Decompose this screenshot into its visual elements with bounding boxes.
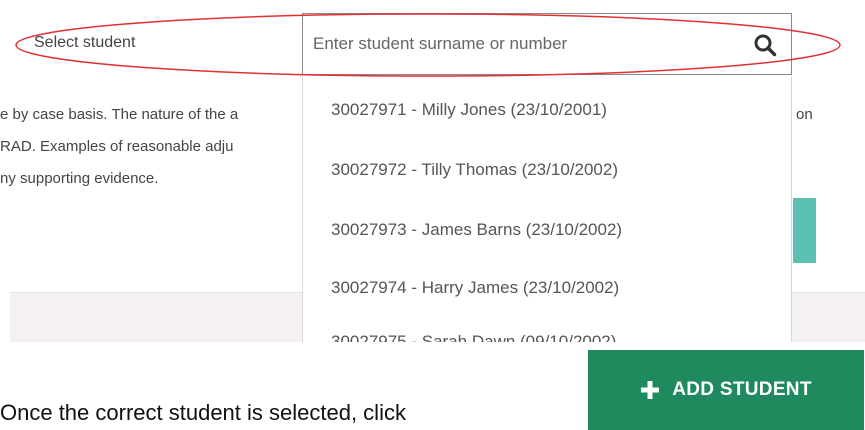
dropdown-option[interactable]: 30027972 - Tilly Thomas (23/10/2002) bbox=[331, 160, 618, 180]
add-student-button[interactable]: ADD STUDENT bbox=[588, 350, 864, 430]
background-text-right: on bbox=[796, 106, 813, 123]
screenshot-panel: Select student e by case basis. The natu… bbox=[0, 0, 865, 342]
dropdown-option[interactable]: 30027973 - James Barns (23/10/2002) bbox=[331, 220, 622, 240]
student-search-input[interactable] bbox=[313, 14, 733, 74]
background-text-line-3: ny supporting evidence. bbox=[0, 170, 159, 187]
plus-icon bbox=[641, 381, 660, 399]
background-text-line-2: RAD. Examples of reasonable adju bbox=[0, 138, 234, 155]
instruction-text: Once the correct student is selected, cl… bbox=[0, 400, 406, 425]
dropdown-option[interactable]: 30027975 - Sarah Dawn (09/10/2002) bbox=[331, 332, 616, 342]
student-dropdown: 30027971 - Milly Jones (23/10/2001) 3002… bbox=[302, 76, 792, 342]
student-search-box[interactable] bbox=[302, 13, 792, 75]
select-student-label: Select student bbox=[34, 34, 136, 51]
add-student-label: ADD STUDENT bbox=[672, 379, 812, 400]
teal-button-edge[interactable] bbox=[793, 198, 816, 263]
background-text-line-1: e by case basis. The nature of the a bbox=[0, 106, 239, 123]
dropdown-option[interactable]: 30027971 - Milly Jones (23/10/2001) bbox=[331, 100, 607, 120]
search-icon[interactable] bbox=[753, 33, 777, 57]
dropdown-option[interactable]: 30027974 - Harry James (23/10/2002) bbox=[331, 278, 619, 298]
